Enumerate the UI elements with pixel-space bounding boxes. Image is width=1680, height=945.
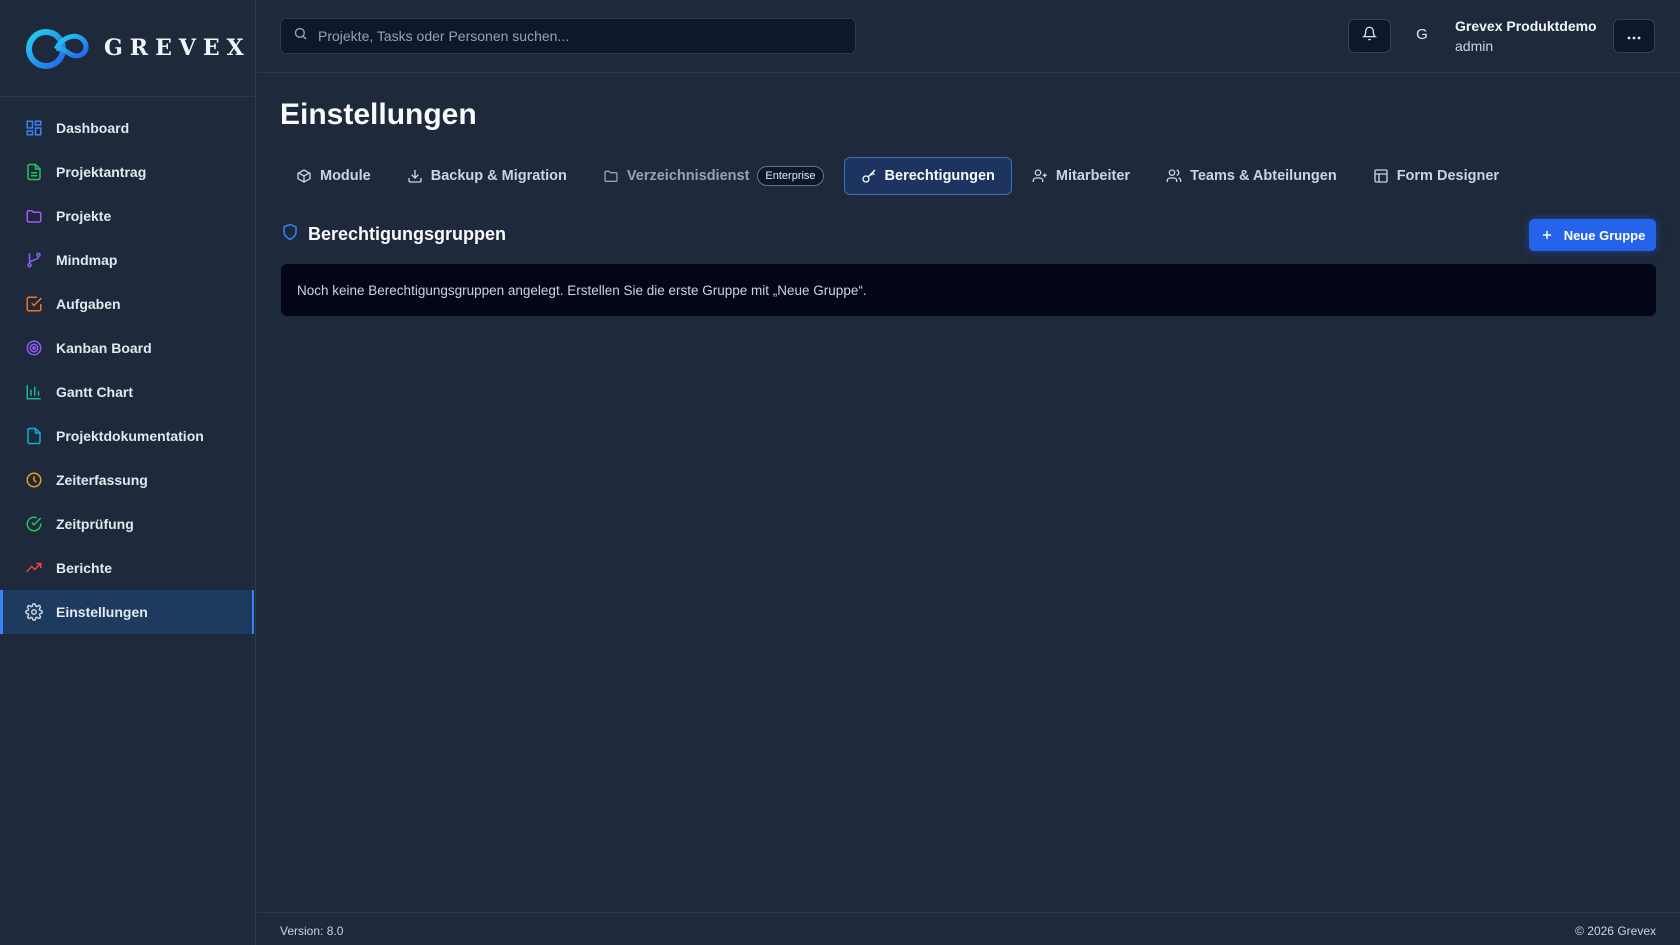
package-icon xyxy=(296,168,312,184)
sidebar-item-einstellungen[interactable]: Einstellungen xyxy=(0,590,254,634)
user-role: admin xyxy=(1455,38,1494,54)
sidebar-item-label: Kanban Board xyxy=(56,340,152,356)
new-group-label: Neue Gruppe xyxy=(1563,227,1646,243)
sidebar-item-projekte[interactable]: Projekte xyxy=(0,194,255,238)
section-title: Berechtigungsgruppen xyxy=(308,224,507,244)
sidebar-item-projektdokumentation[interactable]: Projektdokumentation xyxy=(0,414,255,458)
sidebar-item-aufgaben[interactable]: Aufgaben xyxy=(0,282,255,326)
tab-berechtigungen[interactable]: Berechtigungen xyxy=(843,157,1012,195)
user-name: Grevex Produktdemo xyxy=(1455,18,1597,34)
target-icon xyxy=(24,338,44,358)
new-group-button[interactable]: Neue Gruppe xyxy=(1529,219,1656,251)
avatar[interactable]: G xyxy=(1412,26,1432,46)
brand-logo[interactable]: GREVEX xyxy=(0,0,255,97)
sidebar-item-kanban-board[interactable]: Kanban Board xyxy=(0,326,255,370)
tab-mitarbeiter[interactable]: Mitarbeiter xyxy=(1016,157,1146,195)
tab-label: Module xyxy=(320,168,371,184)
footer: Version: 8.0 © 2026 Grevex xyxy=(257,912,1680,945)
trending-up-icon xyxy=(24,558,44,578)
users-icon xyxy=(1166,168,1182,184)
tab-label: Form Designer xyxy=(1396,168,1500,184)
copyright-text: © 2026 Grevex xyxy=(1575,924,1656,938)
version-text: Version: 8.0 xyxy=(280,924,344,938)
check-circle-icon xyxy=(24,514,44,534)
bar-chart-icon xyxy=(24,382,44,402)
search-input[interactable] xyxy=(318,28,838,44)
page-title: Einstellungen xyxy=(280,98,477,131)
check-square-icon xyxy=(24,294,44,314)
clock-icon xyxy=(24,470,44,490)
sidebar-item-label: Zeiterfassung xyxy=(56,472,148,488)
top-header: G Grevex Produktdemo admin xyxy=(257,0,1680,73)
download-icon xyxy=(407,168,423,184)
sidebar-item-label: Gantt Chart xyxy=(56,384,133,400)
key-icon xyxy=(861,168,877,184)
tab-label: Teams & Abteilungen xyxy=(1190,168,1337,184)
notifications-button[interactable] xyxy=(1348,19,1391,53)
empty-message: Noch keine Berechtigungsgruppen angelegt… xyxy=(297,282,867,298)
enterprise-badge: Enterprise xyxy=(757,166,824,186)
sidebar-item-dashboard[interactable]: Dashboard xyxy=(0,106,255,150)
infinity-logo-icon xyxy=(26,29,89,69)
folder-icon xyxy=(603,168,619,184)
more-options-button[interactable] xyxy=(1613,19,1655,53)
search-icon xyxy=(293,26,308,46)
sidebar-item-label: Projektantrag xyxy=(56,164,147,180)
section-header: Berechtigungsgruppen xyxy=(281,222,506,247)
gear-icon xyxy=(24,602,44,622)
tab-label: Verzeichnisdienst xyxy=(626,168,750,184)
empty-state: Noch keine Berechtigungsgruppen angelegt… xyxy=(281,264,1656,316)
bell-icon xyxy=(1361,26,1378,46)
sidebar-item-label: Dashboard xyxy=(56,120,130,136)
sidebar-item-projektantrag[interactable]: Projektantrag xyxy=(0,150,255,194)
ellipsis-icon xyxy=(1626,27,1642,45)
sidebar-item-label: Projekte xyxy=(56,208,112,224)
tab-backup-migration[interactable]: Backup & Migration xyxy=(391,157,583,195)
sidebar-item-label: Berichte xyxy=(56,560,113,576)
sidebar-nav: Dashboard Projektantrag Projekte Mindmap… xyxy=(0,97,255,634)
sidebar-item-label: Aufgaben xyxy=(56,296,121,312)
shield-icon xyxy=(281,222,299,247)
sidebar-item-label: Mindmap xyxy=(56,252,118,268)
plus-icon xyxy=(1540,228,1554,242)
tab-verzeichnisdienst[interactable]: Verzeichnisdienst Enterprise xyxy=(587,157,840,195)
tab-label: Berechtigungen xyxy=(884,168,995,184)
user-icon xyxy=(1032,168,1048,184)
file-text-icon xyxy=(24,162,44,182)
sidebar-item-mindmap[interactable]: Mindmap xyxy=(0,238,255,282)
sidebar-item-label: Projektdokumentation xyxy=(56,428,204,444)
tab-label: Mitarbeiter xyxy=(1055,168,1131,184)
tab-module[interactable]: Module xyxy=(280,157,387,195)
layout-icon xyxy=(1373,168,1389,184)
sidebar-item-berichte[interactable]: Berichte xyxy=(0,546,255,590)
tab-form-designer[interactable]: Form Designer xyxy=(1357,157,1515,195)
sidebar-item-gantt-chart[interactable]: Gantt Chart xyxy=(0,370,255,414)
tab-teams-abteilungen[interactable]: Teams & Abteilungen xyxy=(1150,157,1353,195)
settings-tabs: Module Backup & Migration Verzeichnisdie… xyxy=(280,157,1519,195)
dashboard-icon xyxy=(24,118,44,138)
git-branch-icon xyxy=(24,250,44,270)
sidebar: GREVEX Dashboard Projektantrag Projekte … xyxy=(0,0,256,945)
tab-label: Backup & Migration xyxy=(430,168,567,184)
folder-icon xyxy=(24,206,44,226)
search-bar[interactable] xyxy=(280,18,856,54)
sidebar-item-label: Einstellungen xyxy=(56,604,148,620)
sidebar-item-zeitpruefung[interactable]: Zeitprüfung xyxy=(0,502,255,546)
document-icon xyxy=(24,426,44,446)
sidebar-item-label: Zeitprüfung xyxy=(56,516,134,532)
brand-name: GREVEX xyxy=(104,35,251,61)
sidebar-item-zeiterfassung[interactable]: Zeiterfassung xyxy=(0,458,255,502)
